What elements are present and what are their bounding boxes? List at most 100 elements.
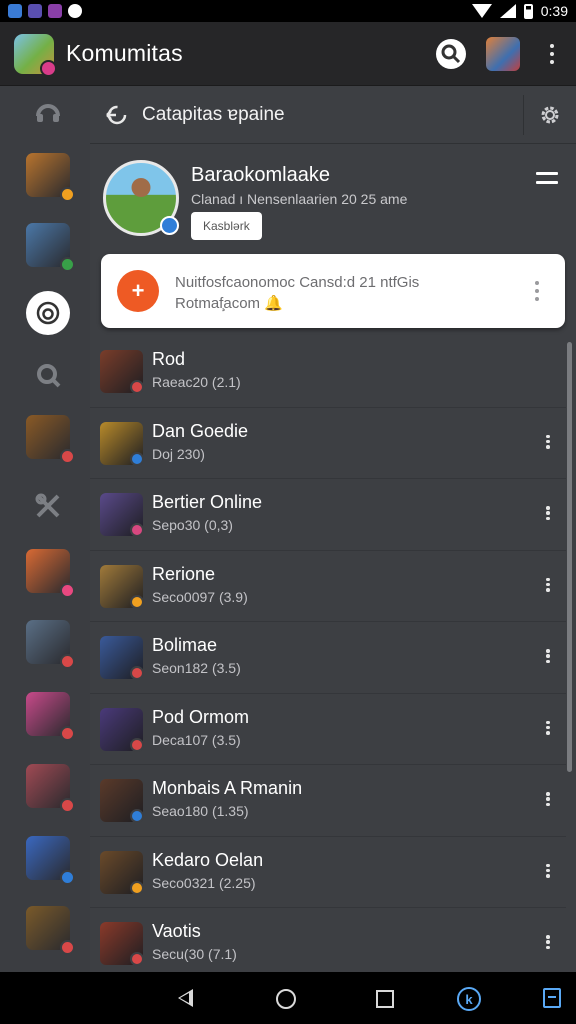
game-notification-icon xyxy=(28,4,42,18)
rail-chat-item[interactable] xyxy=(26,291,70,335)
app-title: Komumitas xyxy=(66,40,183,66)
notice-line-1: Nuitfosfcaonomoc Cansd:d 21 ntfGis xyxy=(175,274,420,291)
list-item[interactable]: Bertier Online Sepo30 (0,3) xyxy=(90,479,566,551)
rail-badge xyxy=(60,187,75,202)
list-item[interactable]: Rerione Seco0097 (3.9) xyxy=(90,551,566,622)
rail-badge xyxy=(60,940,75,955)
app-bar: Komumitas xyxy=(0,22,576,86)
subheader-title: Catapitas ɐpaine xyxy=(142,103,285,125)
row-subtitle: Seao180 (1.35) xyxy=(152,803,249,819)
notice-text: Nuitfosfcaonomoc Cansd:d 21 ntfGis Rotma… xyxy=(175,272,515,314)
main-panel: Catapitas ɐpaine Baraokomlaake Clanad ı … xyxy=(90,86,576,980)
row-more-button[interactable] xyxy=(542,647,554,665)
row-more-button[interactable] xyxy=(542,933,554,951)
status-bar: 0:39 xyxy=(0,0,576,22)
search-icon xyxy=(37,364,61,388)
row-badge xyxy=(130,523,144,537)
cloud-icon xyxy=(68,4,82,18)
list-item[interactable]: Rod Raeac20 (2.1) xyxy=(90,336,566,408)
row-badge xyxy=(130,737,144,752)
menu-icon xyxy=(536,172,558,175)
community-list: Rod Raeac20 (2.1) Dan Goedie Doj 230) Bertie… xyxy=(90,336,576,980)
profile-thumbnail[interactable] xyxy=(486,36,520,71)
profile-action-button[interactable]: Kasblərk xyxy=(191,212,262,240)
row-title: Rerione xyxy=(152,563,216,584)
list-item[interactable]: Monbais A Rmanin Seao180 (1.35) xyxy=(90,765,566,837)
settings-icon[interactable] xyxy=(538,103,562,127)
notification-card[interactable]: + Nuitfosfcaonomoc Cansd:d 21 ntfGis Rot… xyxy=(101,254,565,328)
verified-badge-icon xyxy=(160,216,179,235)
rail-tools-item[interactable] xyxy=(26,484,70,528)
signal-icon xyxy=(499,4,516,18)
row-more-button[interactable] xyxy=(542,433,554,451)
app-notification-icon xyxy=(8,4,22,18)
list-item[interactable]: Kedaro Oelan Seco0321 (2.25) xyxy=(90,837,566,908)
row-subtitle: Seon182 (3.5) xyxy=(152,660,241,676)
list-item[interactable]: Vaotis Secu(30 (7.1) xyxy=(90,908,566,980)
rail-badge xyxy=(60,798,75,813)
rail-community-item[interactable] xyxy=(26,906,75,955)
list-item[interactable]: Bolimae Seon182 (3.5) xyxy=(90,622,566,694)
more-icon xyxy=(535,281,539,285)
row-more-button[interactable] xyxy=(542,504,554,522)
recents-square-icon[interactable] xyxy=(376,990,394,1008)
community-rail xyxy=(0,86,90,972)
more-icon xyxy=(546,649,550,653)
search-icon xyxy=(441,44,461,63)
row-subtitle: Sepo30 (0,3) xyxy=(152,517,233,533)
more-icon xyxy=(546,863,550,867)
list-item[interactable]: Pod Ormom Deca107 (3.5) xyxy=(90,694,566,765)
rail-badge xyxy=(60,654,75,669)
headset-icon xyxy=(36,104,60,122)
row-badge xyxy=(130,880,144,895)
rail-community-item[interactable] xyxy=(26,692,75,741)
more-menu-button[interactable] xyxy=(542,42,562,66)
more-icon xyxy=(546,935,550,939)
row-more-button[interactable] xyxy=(542,790,554,808)
rail-headset-item[interactable] xyxy=(26,93,70,137)
rail-community-item[interactable] xyxy=(26,415,75,464)
row-subtitle: Deca107 (3.5) xyxy=(152,731,241,748)
share-icon[interactable] xyxy=(543,988,561,1008)
row-title: Vaotis xyxy=(152,921,201,941)
back-icon[interactable] xyxy=(104,103,128,127)
rail-badge xyxy=(60,583,75,598)
more-icon xyxy=(546,720,550,724)
row-title: Bertier Online xyxy=(152,492,263,512)
row-badge xyxy=(130,380,144,394)
rail-community-item[interactable] xyxy=(26,620,75,669)
rail-community-item[interactable] xyxy=(26,153,75,202)
rail-community-item[interactable] xyxy=(26,764,75,813)
more-icon xyxy=(546,577,550,581)
row-subtitle: Seco0321 (2.25) xyxy=(152,874,256,891)
row-title: Bolimae xyxy=(152,635,218,655)
more-icon xyxy=(546,792,550,796)
rail-community-item[interactable] xyxy=(26,549,75,598)
status-system: 0:39 xyxy=(471,3,568,19)
home-circle-icon[interactable] xyxy=(276,989,296,1009)
row-more-button[interactable] xyxy=(542,576,554,594)
status-notifications xyxy=(8,4,82,18)
scrollbar[interactable] xyxy=(567,342,572,772)
assistant-icon[interactable]: k xyxy=(457,987,481,1011)
row-title: Kedaro Oelan xyxy=(152,849,264,870)
rail-search-item[interactable] xyxy=(26,354,70,398)
rail-badge xyxy=(60,449,75,464)
profile-subtitle: Clanad ı Nensenlaarien 20 25 ame xyxy=(191,191,408,207)
app-logo[interactable] xyxy=(14,33,57,77)
rail-community-item[interactable] xyxy=(26,223,75,272)
more-icon xyxy=(546,434,550,438)
notice-line-2: Rotmaf̧acom 🔔 xyxy=(175,295,283,312)
list-item[interactable]: Dan Goedie Doj 230) xyxy=(90,408,566,479)
back-triangle-icon[interactable] xyxy=(178,989,193,1007)
notice-more-button[interactable] xyxy=(527,279,547,303)
search-button[interactable] xyxy=(436,38,466,69)
row-more-button[interactable] xyxy=(542,719,554,737)
rail-community-item[interactable] xyxy=(26,836,75,885)
row-subtitle: Raeac20 (2.1) xyxy=(152,374,241,390)
row-title: Pod Ormom xyxy=(152,706,250,727)
row-more-button[interactable] xyxy=(542,862,554,880)
hamburger-menu-button[interactable] xyxy=(536,172,558,184)
subheader-divider xyxy=(523,94,524,135)
subheader: Catapitas ɐpaine xyxy=(90,86,576,144)
